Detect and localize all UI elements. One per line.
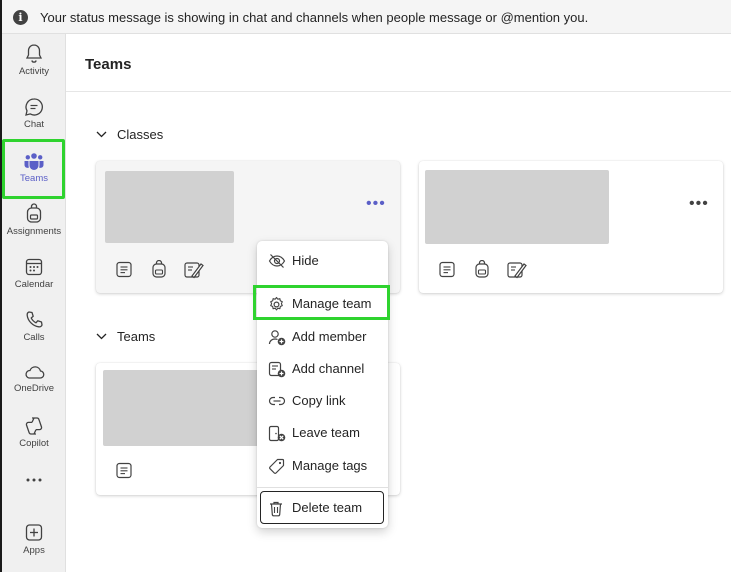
chat-icon [25,98,43,116]
more-options-button[interactable]: ••• [689,196,709,212]
rail-item-assignments[interactable]: Assignments [2,203,66,255]
team-thumbnail [103,370,259,446]
header-divider [66,91,731,92]
section-label: Teams [117,329,156,345]
chevron-down-icon [96,333,107,340]
cloud-icon [25,366,45,379]
trash-icon [270,501,282,517]
rail-item-calendar[interactable]: Calendar [2,256,66,308]
hide-icon [268,254,286,268]
section-classes-toggle[interactable]: Classes [96,126,163,142]
team-thumbnail [105,171,234,243]
rail-item-activity[interactable]: Activity [2,43,66,95]
manage-team-highlight-box [253,285,390,320]
menu-item-add-member[interactable]: Add member [257,322,388,352]
menu-divider [257,487,388,488]
rail-label: OneDrive [13,383,55,394]
rail-label: Calendar [14,279,54,290]
add-channel-icon [268,361,286,378]
notes-icon[interactable] [116,462,132,479]
add-member-icon [268,330,286,346]
rail-label: Copilot [19,438,49,449]
status-banner: i Your status message is showing in chat… [2,0,731,34]
more-apps-button[interactable] [2,475,66,495]
menu-item-label: Add channel [292,361,365,376]
rail-item-apps[interactable]: Apps [2,522,66,574]
page-title: Teams [85,56,132,73]
rail-label: Chat [23,119,45,130]
menu-item-label: Manage tags [292,458,368,473]
chevron-down-icon [96,131,107,138]
section-label: Classes [117,127,164,143]
app-rail: Activity Chat Teams Assignments Calendar… [2,34,66,572]
info-icon: i [13,10,28,25]
copilot-icon [25,417,43,435]
link-icon [268,396,286,406]
teams-highlight-box [2,139,65,199]
class-card-2[interactable]: ••• [419,161,723,293]
menu-item-leave-team[interactable]: Leave team [257,418,388,448]
team-thumbnail [425,170,609,244]
menu-item-label: Copy link [292,393,346,408]
menu-item-hide[interactable]: Hide [257,246,388,276]
tag-icon [269,458,285,474]
backpack-icon [26,203,42,223]
menu-item-add-channel[interactable]: Add channel [257,354,388,384]
rail-item-calls[interactable]: Calls [2,309,66,361]
banner-message: Your status message is showing in chat a… [40,10,589,25]
rail-label: Activity [18,66,50,77]
rail-item-copilot[interactable]: Copilot [2,415,66,467]
backpack-icon[interactable] [151,260,167,279]
menu-item-label: Delete team [292,500,363,515]
menu-item-label: Hide [292,253,319,268]
menu-item-delete-team[interactable]: Delete team [257,493,388,523]
backpack-icon[interactable] [474,260,490,279]
add-app-icon [25,524,43,541]
menu-item-manage-tags[interactable]: Manage tags [257,451,388,481]
grades-icon[interactable] [507,260,527,279]
more-options-button[interactable]: ••• [366,196,386,212]
menu-item-label: Add member [292,329,367,344]
menu-item-copy-link[interactable]: Copy link [257,386,388,416]
rail-label: Calls [23,332,45,343]
rail-item-onedrive[interactable]: OneDrive [2,362,66,414]
phone-icon [26,311,43,328]
notes-icon[interactable] [439,261,455,278]
leave-team-icon [268,425,286,442]
calendar-icon [25,258,43,276]
grades-icon[interactable] [184,260,204,279]
rail-label: Apps [23,545,45,556]
bell-icon [25,44,43,63]
notes-icon[interactable] [116,261,132,278]
section-teams-toggle[interactable]: Teams [96,328,155,344]
rail-label: Assignments [6,226,62,237]
menu-item-label: Leave team [292,425,360,440]
more-apps-icon [26,478,42,482]
